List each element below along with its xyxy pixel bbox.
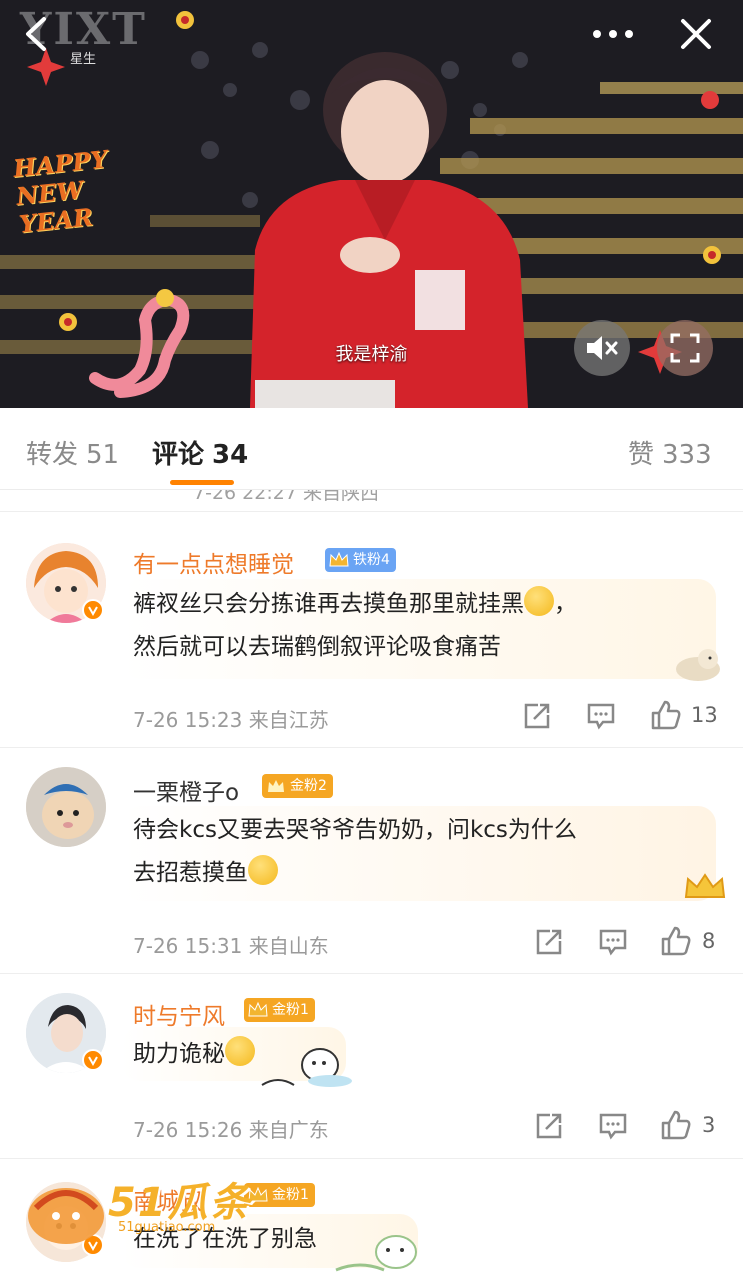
speaker-muted-icon — [587, 336, 618, 360]
like-count: 3 — [702, 1113, 716, 1137]
reply-button[interactable] — [586, 701, 616, 731]
tongue-emoji-icon — [248, 855, 278, 885]
share-icon — [536, 1113, 562, 1139]
comment-text: 待会kcs又要去哭爷爷告奶奶，问kcs为什么 去招惹摸鱼 — [133, 809, 703, 895]
avatar[interactable] — [26, 767, 106, 847]
avatar-image — [26, 767, 106, 847]
reply-button[interactable] — [598, 927, 628, 957]
fan-badge-label: 金粉1 — [272, 1002, 309, 1018]
comment-location: 来自广东 — [248, 1118, 329, 1142]
verified-badge-icon — [82, 599, 104, 621]
comment-item[interactable]: 一栗橙子o 金粉2 待会kcs又要去哭爷爷告奶奶，问kcs为什么 去招惹摸鱼 7… — [0, 749, 743, 974]
share-button[interactable] — [522, 701, 552, 731]
fan-badge-label: 铁粉4 — [353, 552, 390, 568]
video-subtitle: 我是梓渝 — [335, 344, 408, 365]
video-brand-sub: 星生 — [70, 52, 97, 67]
comment-text: 助力诡秘 — [133, 1033, 703, 1076]
verified-badge-icon — [82, 1049, 104, 1071]
thumbs-up-icon — [651, 700, 681, 730]
comment-text-line: 然后就可以去瑞鹤倒叙评论吸食痛苦 — [133, 634, 501, 660]
share-button[interactable] — [534, 1111, 564, 1141]
comment-text-line: 去招惹摸鱼 — [133, 860, 248, 886]
comment-item[interactable]: 时与宁风 金粉1 助力诡秘 7-26 15:26 来自广东 3 — [0, 975, 743, 1159]
comment-text-line: 待会kcs又要去哭爷爷告奶奶，问kcs为什么 — [133, 817, 577, 843]
comment-location: 来自江苏 — [248, 708, 329, 732]
fan-badge: 金粉1 — [244, 998, 315, 1022]
close-button[interactable] — [672, 10, 720, 58]
grin-emoji-icon — [524, 586, 554, 616]
comment-text-tail: ， — [554, 591, 577, 617]
comment-meta: 7-26 15:26 来自广东 — [133, 1114, 329, 1143]
tab-bar: 转发 51 评论 34 赞 333 — [0, 408, 743, 490]
comment-meta: 7-26 15:23 来自江苏 — [133, 704, 329, 733]
crown-icon — [329, 551, 349, 567]
tab-repost-count: 51 — [86, 440, 120, 470]
prev-comment-remnant: 7-26 22:27 来自陕西 — [0, 490, 743, 512]
comment-item[interactable]: 有一点点想睡觉 铁粉4 裤衩丝只会分拣谁再去摸鱼那里就挂黑 ， 然后就可以去瑞鹤倒… — [0, 513, 743, 748]
comment-time: 7-26 15:26 — [133, 1118, 243, 1142]
close-icon — [681, 19, 711, 49]
video-player[interactable]: YIXT 星生 HAPPY NEW YEAR 我是梓渝 — [0, 0, 743, 408]
fan-badge-label: 金粉1 — [272, 1187, 309, 1203]
comment-icon — [599, 1113, 627, 1140]
share-icon — [536, 929, 562, 955]
comment-location: 来自山东 — [248, 934, 329, 958]
crown-sticker-icon — [684, 873, 726, 898]
tab-like-count: 333 — [662, 440, 712, 470]
bunny-sticker-icon — [335, 1235, 417, 1272]
tongue-emoji-icon — [225, 1036, 255, 1066]
prev-comment-meta: 7-26 22:27 来自陕西 — [193, 490, 379, 504]
watermark-url: 51guatiao.com — [118, 1220, 216, 1235]
mute-button[interactable] — [574, 320, 630, 376]
share-button[interactable] — [534, 927, 564, 957]
comment-time: 7-26 15:31 — [133, 934, 243, 958]
back-button[interactable] — [14, 12, 58, 56]
fan-badge-label: 金粉2 — [290, 778, 327, 794]
like-button[interactable] — [660, 1109, 692, 1141]
thumbs-up-icon — [661, 926, 691, 956]
crown-icon — [268, 780, 284, 792]
fan-badge: 金粉2 — [262, 774, 333, 798]
thumbs-up-icon — [661, 1110, 691, 1140]
comment-text: 裤衩丝只会分拣谁再去摸鱼那里就挂黑 ， 然后就可以去瑞鹤倒叙评论吸食痛苦 — [133, 583, 703, 669]
pochacco-sticker-icon — [261, 1048, 352, 1087]
comment-username[interactable]: 时与宁风 — [133, 997, 225, 1031]
more-dots-icon — [593, 30, 633, 38]
like-count: 8 — [702, 929, 716, 953]
reply-button[interactable] — [598, 1111, 628, 1141]
fan-badge: 金粉1 — [244, 1183, 315, 1207]
happy-new-year-sticker: HAPPY NEW YEAR — [11, 144, 109, 239]
comment-text-line: 助力诡秘 — [133, 1041, 225, 1067]
like-button[interactable] — [650, 699, 682, 731]
comment-time: 7-26 15:23 — [133, 708, 243, 732]
fullscreen-button[interactable] — [657, 320, 713, 376]
fan-badge: 铁粉4 — [325, 548, 396, 572]
tab-like-label: 赞 — [628, 440, 655, 470]
chevron-left-icon — [26, 17, 46, 51]
tab-repost-label: 转发 — [26, 440, 79, 470]
share-icon — [524, 703, 550, 729]
comment-icon — [587, 703, 615, 730]
comment-username[interactable]: 有一点点想睡觉 — [133, 545, 294, 579]
tab-comment-label: 评论 — [152, 440, 205, 470]
like-button[interactable] — [660, 925, 692, 957]
comment-meta: 7-26 15:31 来自山东 — [133, 930, 329, 959]
comment-username[interactable]: 一栗橙子o — [133, 773, 239, 807]
tab-comment-count: 34 — [212, 440, 249, 470]
more-button[interactable] — [586, 14, 640, 54]
tab-comment[interactable]: 评论 34 — [152, 434, 248, 471]
sheep-sticker-icon — [676, 649, 720, 681]
like-count: 13 — [691, 703, 718, 727]
comment-text-line: 裤衩丝只会分拣谁再去摸鱼那里就挂黑 — [133, 591, 524, 617]
tab-like[interactable]: 赞 333 — [628, 434, 712, 471]
tab-repost[interactable]: 转发 51 — [26, 434, 119, 471]
fullscreen-icon — [670, 333, 700, 363]
crown-icon — [248, 1001, 268, 1017]
comment-icon — [599, 929, 627, 956]
active-tab-indicator — [170, 480, 234, 485]
